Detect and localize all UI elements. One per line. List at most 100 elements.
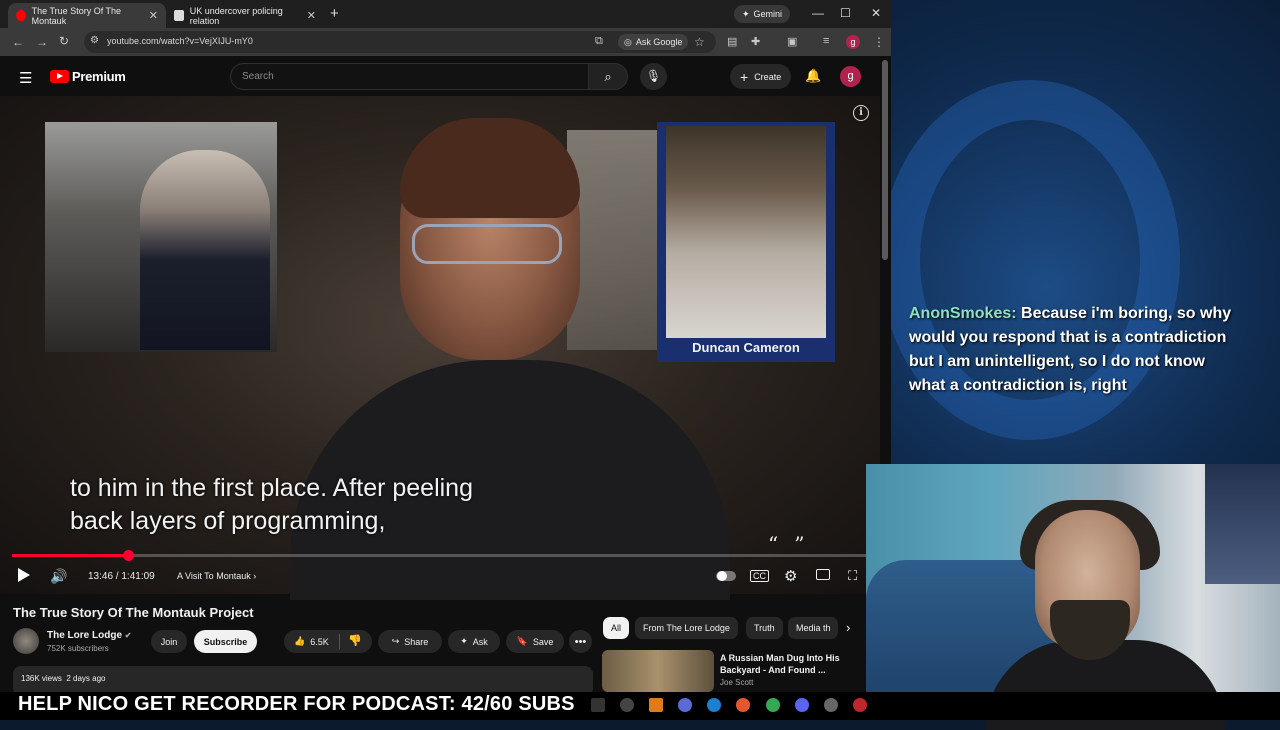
notifications-bell-icon[interactable]: 🔔 (805, 68, 821, 84)
media-icon[interactable]: ≡ (823, 35, 829, 47)
hamburger-menu-icon[interactable]: ☰ (19, 69, 32, 87)
verified-icon: ✔ (124, 631, 132, 640)
tray-blue-icon[interactable] (678, 698, 692, 712)
video-background-light (567, 130, 657, 350)
banner-text: HELP NICO GET RECORDER FOR PODCAST: 42/6… (18, 693, 575, 715)
discord-icon[interactable] (795, 698, 809, 712)
share-button[interactable]: ↪ Share (378, 630, 442, 653)
thumbs-down-icon[interactable]: 👎 (348, 634, 362, 647)
sparkle-icon: ✦ (460, 636, 468, 646)
close-tab-icon[interactable]: ✕ (307, 9, 316, 22)
ask-label: Ask (472, 636, 488, 647)
page-scrollbar[interactable] (882, 60, 888, 260)
wikipedia-favicon-icon (174, 10, 184, 21)
tab-title: UK undercover policing relation (189, 5, 283, 26)
gemini-button[interactable]: ✦ Gemini (734, 5, 791, 23)
chip-media[interactable]: Media th (788, 617, 838, 639)
lens-icon: ◎ (624, 36, 632, 47)
puzzle-icon[interactable]: ✚ (751, 35, 760, 48)
close-tab-icon[interactable]: ✕ (149, 9, 158, 22)
firefox-icon[interactable] (736, 698, 750, 712)
subscribe-button[interactable]: Subscribe (194, 630, 257, 653)
progress-bar[interactable] (12, 554, 868, 557)
video-host-glasses (412, 224, 562, 264)
create-button[interactable]: + Create (730, 64, 792, 89)
caption-line: to him in the first place. After peeling (70, 474, 473, 502)
miniplayer-icon[interactable] (816, 569, 830, 580)
video-title: The True Story Of The Montauk Project (13, 605, 254, 620)
forward-icon[interactable]: → (36, 35, 48, 49)
more-actions-button[interactable]: ••• (569, 630, 592, 653)
youtube-favicon-icon (16, 10, 26, 21)
gemini-label: Gemini (753, 9, 783, 19)
channel-name[interactable]: The Lore Lodge ✔ (47, 630, 131, 641)
more-icon: ••• (574, 635, 587, 648)
subtitles-button[interactable]: CC (750, 570, 769, 582)
tray-red-icon[interactable] (853, 698, 867, 712)
settings-gear-icon[interactable]: ⚙ (784, 567, 797, 585)
voice-search-button[interactable]: 🎙 (640, 63, 667, 90)
share-icon: ↪ (391, 636, 400, 646)
progress-scrubber[interactable] (123, 550, 134, 561)
sidepanel-icon[interactable]: ▣ (787, 35, 797, 48)
tray-4k-icon[interactable] (620, 698, 634, 712)
ask-google-button[interactable]: ◎ Ask Google (618, 34, 689, 50)
site-info-icon[interactable]: ⚙ (90, 35, 99, 46)
chapter-button[interactable]: A Visit To Montauk › (177, 571, 256, 581)
channel-avatar[interactable] (13, 628, 39, 654)
youtube-logo-play-icon (57, 73, 63, 79)
time-display: 13:46 / 1:41:09 (88, 571, 155, 582)
video-info-icon[interactable]: i (853, 105, 869, 121)
chat-message: AnonSmokes: Because i'm boring, so why w… (909, 302, 1239, 398)
bookmark-star-icon[interactable]: ☆ (694, 35, 705, 49)
search-placeholder: Search (242, 71, 274, 82)
video-caption: to him in the first place. After peeling… (70, 472, 570, 538)
fullscreen-icon[interactable]: ⛶ (848, 568, 857, 584)
install-app-icon[interactable]: ⧉ (595, 35, 603, 48)
browser-profile-avatar[interactable]: g (846, 35, 860, 49)
tab-youtube[interactable]: The True Story Of The Montauk ✕ (8, 3, 166, 28)
search-button[interactable]: ⌕ (588, 63, 628, 90)
quote-icons: “” (768, 532, 821, 556)
recommendation-channel[interactable]: Joe Scott (720, 678, 753, 687)
chip-all[interactable]: All (603, 617, 630, 639)
like-count: 6.5K (310, 636, 329, 647)
youtube-premium-logo[interactable]: Premium (72, 69, 126, 84)
chevron-right-icon[interactable]: › (846, 620, 850, 635)
subscriber-count: 752K subscribers (47, 644, 109, 653)
vlc-icon[interactable] (649, 698, 663, 712)
chip-from-channel[interactable]: From The Lore Lodge (635, 617, 738, 639)
recommendation-thumbnail[interactable] (602, 650, 714, 692)
minimize-icon[interactable]: — (812, 6, 824, 20)
chip-truth[interactable]: Truth (746, 617, 783, 639)
tab-wikipedia[interactable]: UK undercover policing relation ✕ (166, 3, 324, 28)
recommendation-title[interactable]: A Russian Man Dug Into His Backyard - An… (720, 652, 855, 676)
new-tab-button[interactable]: + (330, 5, 339, 22)
search-icon: ⌕ (604, 69, 612, 84)
chrome-icon[interactable] (766, 698, 780, 712)
search-input[interactable] (230, 63, 589, 90)
join-button[interactable]: Join (151, 630, 187, 653)
video-overlay-name: Duncan Cameron (692, 340, 800, 355)
chapter-label: A Visit To Montauk (177, 571, 251, 581)
account-avatar[interactable]: g (840, 66, 861, 87)
ask-button[interactable]: ✦ Ask (448, 630, 500, 653)
save-label: Save (532, 636, 554, 647)
maximize-icon[interactable]: ☐ (840, 6, 851, 20)
tray-app-icon[interactable] (591, 698, 605, 712)
tray-gray-icon[interactable] (824, 698, 838, 712)
sparkle-icon: ✦ (742, 8, 750, 19)
close-window-icon[interactable]: ✕ (871, 6, 881, 20)
video-overlay-portrait (666, 126, 826, 338)
back-icon[interactable]: ← (12, 35, 24, 49)
edge-icon[interactable] (707, 698, 721, 712)
play-icon[interactable] (18, 568, 30, 582)
reload-icon[interactable]: ↻ (59, 34, 69, 48)
browser-menu-icon[interactable]: ⋮ (873, 35, 885, 49)
extension-icon[interactable]: ▤ (727, 35, 737, 48)
caption-line: back layers of programming, (70, 507, 386, 535)
url-text[interactable]: youtube.com/watch?v=VejXIJU-mY0 (107, 36, 253, 46)
volume-icon[interactable]: 🔊 (50, 568, 67, 585)
webcam-window-background (1205, 464, 1280, 584)
save-button[interactable]: 🔖 Save (506, 630, 564, 653)
